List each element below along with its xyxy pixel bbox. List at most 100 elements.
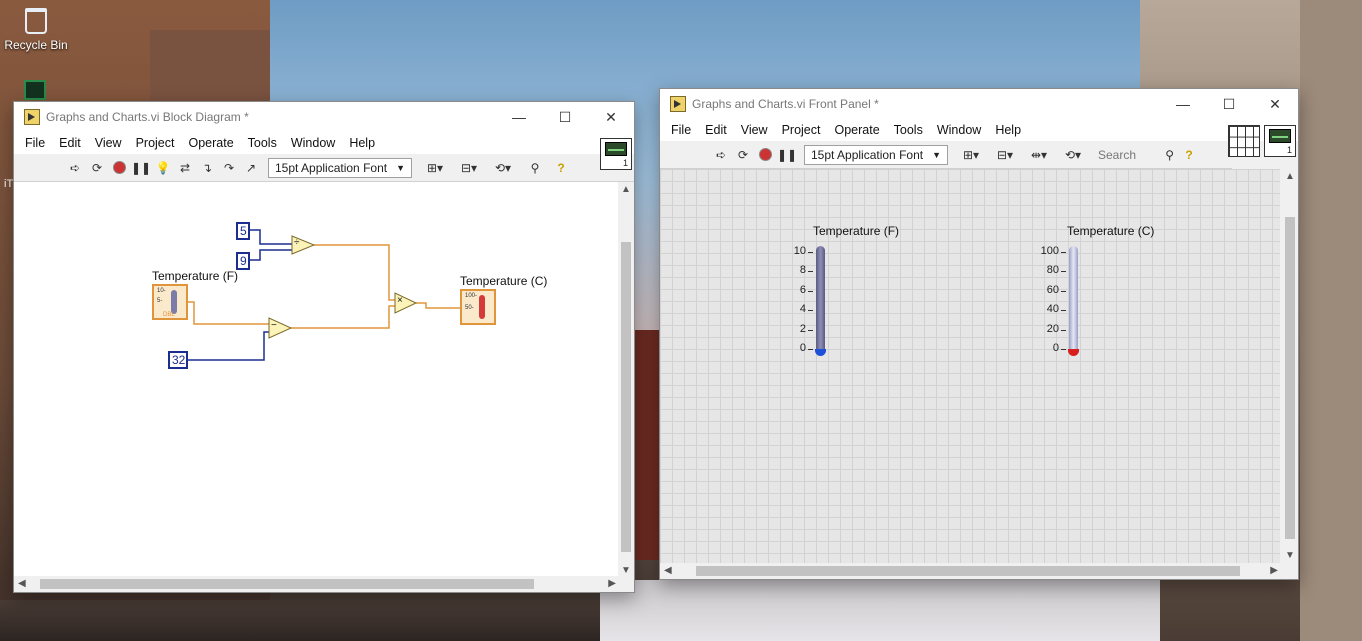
search-icon: ⚲ (1165, 147, 1174, 162)
divide-symbol: ÷ (294, 237, 300, 248)
minimize-button[interactable]: — (496, 102, 542, 132)
run-continuously-icon[interactable]: ⟳ (732, 144, 754, 166)
clean-up-diagram-icon[interactable]: ⚲ (520, 157, 550, 179)
constant-5[interactable]: 5 (236, 222, 250, 240)
align-objects-icon[interactable]: ⊞▾ (418, 157, 452, 179)
front-panel-vertical-scrollbar[interactable]: ▲ ▼ (1282, 169, 1298, 563)
menu-help[interactable]: Help (988, 123, 1028, 137)
chevron-down-icon: ▼ (396, 162, 405, 173)
font-selector-value: 15pt Application Font (275, 160, 388, 175)
align-objects-icon[interactable]: ⊞▾ (954, 144, 988, 166)
context-help-icon[interactable]: ? (550, 157, 572, 179)
scroll-left-icon[interactable]: ◀ (664, 565, 672, 576)
menu-file[interactable]: File (18, 136, 52, 150)
menu-tools[interactable]: Tools (887, 123, 930, 137)
block-diagram-canvas[interactable]: ÷ − × 5 9 32 Temperature (F) 10- 5- DBL … (14, 182, 620, 578)
menu-tools[interactable]: Tools (241, 136, 284, 150)
step-out-icon[interactable]: ↗ (240, 157, 262, 179)
maximize-button[interactable]: ☐ (1206, 89, 1252, 119)
front-panel-canvas[interactable]: Temperature (F) 10 8 6 4 2 0 Temperature… (660, 169, 1280, 563)
menu-edit[interactable]: Edit (52, 136, 88, 150)
run-continuously-icon[interactable]: ⟳ (86, 157, 108, 179)
block-diagram-horizontal-scrollbar[interactable]: ◀ ▶ (14, 576, 620, 592)
context-help-icon[interactable]: ? (1178, 144, 1200, 166)
temperature-c-terminal[interactable]: 100- 50- (460, 289, 496, 325)
scroll-up-icon[interactable]: ▲ (621, 184, 631, 195)
thermometer-c-label: Temperature (C) (1067, 224, 1155, 238)
vi-connector-icon[interactable]: 1 (1264, 125, 1296, 157)
vi-connector-icon[interactable]: 1 (600, 138, 632, 170)
menu-view[interactable]: View (734, 123, 775, 137)
tick-label: 4 (799, 303, 806, 315)
tick-label: 0 (1052, 342, 1059, 354)
scroll-left-icon[interactable]: ◀ (18, 578, 26, 589)
reorder-icon[interactable]: ⟲▾ (1056, 144, 1090, 166)
search-field[interactable]: Search ⚲ (1094, 145, 1178, 165)
maximize-button[interactable]: ☐ (542, 102, 588, 132)
tick-label: 2 (799, 323, 806, 335)
tick-label: 10 (793, 245, 806, 257)
close-button[interactable]: ✕ (588, 102, 634, 132)
search-placeholder: Search (1098, 147, 1137, 162)
distribute-objects-icon[interactable]: ⊟▾ (452, 157, 486, 179)
resize-objects-icon[interactable]: ⇹▾ (1022, 144, 1056, 166)
front-panel-window: Graphs and Charts.vi Front Panel * — ☐ ✕… (659, 88, 1299, 580)
menu-project[interactable]: Project (775, 123, 828, 137)
app-shortcut-icon[interactable] (24, 80, 46, 100)
abort-icon[interactable] (754, 144, 776, 166)
menu-operate[interactable]: Operate (181, 136, 240, 150)
recycle-bin-desktop-icon[interactable]: Recycle Bin (4, 8, 68, 52)
step-into-icon[interactable]: ↴ (196, 157, 218, 179)
front-panel-titlebar[interactable]: Graphs and Charts.vi Front Panel * — ☐ ✕ (660, 89, 1298, 119)
front-panel-horizontal-scrollbar[interactable]: ◀ ▶ (660, 563, 1282, 579)
scroll-right-icon[interactable]: ▶ (608, 578, 616, 589)
highlight-execution-icon[interactable]: 💡 (152, 157, 174, 179)
labview-vi-icon (24, 109, 40, 125)
connector-pane-icon[interactable] (1228, 125, 1260, 157)
labview-vi-icon (670, 96, 686, 112)
distribute-objects-icon[interactable]: ⊟▾ (988, 144, 1022, 166)
menu-file[interactable]: File (664, 123, 698, 137)
step-over-icon[interactable]: ↷ (218, 157, 240, 179)
run-arrow-icon[interactable]: ➪ (710, 144, 732, 166)
menu-window[interactable]: Window (930, 123, 988, 137)
pause-icon[interactable]: ❚❚ (130, 157, 152, 179)
pause-icon[interactable]: ❚❚ (776, 144, 798, 166)
block-diagram-vertical-scrollbar[interactable]: ▲ ▼ (618, 182, 634, 578)
recycle-bin-icon (25, 8, 47, 34)
block-diagram-titlebar[interactable]: Graphs and Charts.vi Block Diagram * — ☐… (14, 102, 634, 132)
font-selector[interactable]: 15pt Application Font ▼ (804, 144, 948, 165)
menu-edit[interactable]: Edit (698, 123, 734, 137)
constant-9[interactable]: 9 (236, 252, 250, 270)
menu-window[interactable]: Window (284, 136, 342, 150)
desktop-background-ground (0, 600, 600, 641)
data-type-label: DBL (163, 312, 175, 318)
minimize-button[interactable]: — (1160, 89, 1206, 119)
front-panel-toolbar: ➪ ⟳ ❚❚ 15pt Application Font ▼ ⊞▾ ⊟▾ ⇹▾ … (660, 141, 1232, 169)
abort-icon[interactable] (108, 157, 130, 179)
temperature-f-terminal-label: Temperature (F) (152, 269, 239, 283)
thermometer-f-indicator[interactable] (816, 246, 825, 354)
scroll-up-icon[interactable]: ▲ (1285, 171, 1295, 182)
wires (188, 229, 460, 361)
front-panel-title: Graphs and Charts.vi Front Panel * (692, 97, 879, 111)
font-selector[interactable]: 15pt Application Font ▼ (268, 157, 412, 178)
thermometer-c-bulb (1068, 349, 1079, 356)
block-diagram-window: Graphs and Charts.vi Block Diagram * — ☐… (13, 101, 635, 593)
menu-project[interactable]: Project (129, 136, 182, 150)
scroll-down-icon[interactable]: ▼ (621, 565, 631, 576)
menu-operate[interactable]: Operate (827, 123, 886, 137)
scroll-down-icon[interactable]: ▼ (1285, 550, 1295, 561)
menu-view[interactable]: View (88, 136, 129, 150)
retain-wire-values-icon[interactable]: ⇄ (174, 157, 196, 179)
constant-32[interactable]: 32 (168, 351, 188, 369)
close-button[interactable]: ✕ (1252, 89, 1298, 119)
menu-help[interactable]: Help (342, 136, 382, 150)
tick-label: 80 (1046, 264, 1059, 276)
thermometer-c-indicator[interactable] (1069, 246, 1078, 354)
reorder-icon[interactable]: ⟲▾ (486, 157, 520, 179)
temperature-f-terminal[interactable]: 10- 5- DBL (152, 284, 188, 320)
front-panel-menubar: File Edit View Project Operate Tools Win… (660, 119, 1298, 141)
scroll-right-icon[interactable]: ▶ (1270, 565, 1278, 576)
run-arrow-icon[interactable]: ➪ (64, 157, 86, 179)
